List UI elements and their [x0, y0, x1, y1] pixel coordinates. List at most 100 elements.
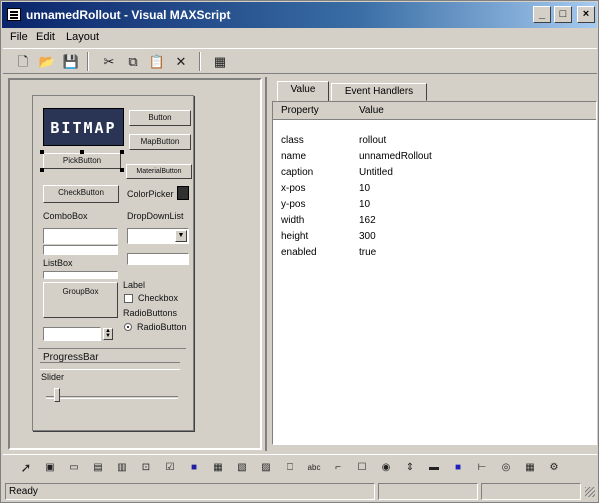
checkbutton-tool-icon[interactable]: ☑: [161, 459, 179, 477]
main-toolbar: 🗋 📂 💾 ✂ ⧉ 📋 ✕ ▦: [3, 48, 597, 74]
pickbutton-tool-icon[interactable]: ⊡: [137, 459, 155, 477]
property-pane: Value Event Handlers Property Value clas…: [265, 77, 598, 451]
status-size: [481, 483, 581, 500]
copy-icon[interactable]: ⧉: [123, 52, 143, 71]
bitmap-control[interactable]: BITMAP: [43, 108, 124, 146]
property-value: rollout: [359, 135, 387, 146]
materialbutton-control[interactable]: MaterialButton: [126, 164, 192, 179]
app-icon: [7, 8, 21, 21]
new-icon[interactable]: 🗋: [13, 52, 33, 71]
dropdownlist-label: DropDownList: [127, 211, 184, 221]
tab-event-handlers[interactable]: Event Handlers: [331, 83, 427, 101]
imgtag-tool-icon[interactable]: ▦: [521, 459, 539, 477]
save-icon[interactable]: 💾: [61, 52, 81, 71]
colorpicker-swatch[interactable]: [177, 186, 189, 200]
pointer-icon[interactable]: ➚: [17, 459, 35, 477]
cut-icon[interactable]: ✂: [99, 52, 119, 71]
property-row[interactable]: class rollout: [273, 134, 596, 150]
property-row[interactable]: width 162: [273, 214, 596, 230]
listbox-field[interactable]: [43, 271, 118, 279]
controls-toolbar: ➚ ▣ ▭ ▤ ▥ ⊡ ☑ ■ ▦ ▧ ▨ ⎕ abc ⌐ ☐ ◉ ⇕ ▬ ■ …: [3, 454, 597, 480]
combobox-list[interactable]: [43, 245, 118, 255]
window-title: unnamedRollout - Visual MAXScript: [26, 8, 231, 22]
property-row[interactable]: y-pos 10: [273, 198, 596, 214]
selection-handle[interactable]: [120, 150, 124, 154]
selection-handle[interactable]: [40, 168, 44, 172]
property-name: enabled: [281, 247, 317, 258]
selection-handle[interactable]: [80, 150, 84, 154]
materialbutton-tool-icon[interactable]: ▥: [113, 459, 131, 477]
edittext-tool-icon[interactable]: ⎕: [281, 459, 299, 477]
property-row[interactable]: name unnamedRollout: [273, 150, 596, 166]
property-name: class: [281, 135, 304, 146]
progressbar-control: [40, 362, 180, 370]
pickbutton-control[interactable]: PickButton: [43, 153, 121, 169]
chevron-down-icon[interactable]: ▼: [175, 230, 187, 242]
listbox-tool-icon[interactable]: ▨: [257, 459, 275, 477]
property-row[interactable]: caption Untitled: [273, 166, 596, 182]
delete-icon[interactable]: ✕: [171, 52, 191, 71]
property-row[interactable]: x-pos 10: [273, 182, 596, 198]
dropdownlist-tool-icon[interactable]: ▧: [233, 459, 251, 477]
tab-value[interactable]: Value: [277, 81, 329, 102]
property-name: caption: [281, 167, 314, 178]
property-value: 10: [359, 183, 371, 194]
mapbutton-control[interactable]: MapButton: [129, 134, 191, 150]
radiobutton-circle[interactable]: [124, 323, 132, 331]
resize-grip[interactable]: [585, 487, 595, 497]
bitmap-tool-icon[interactable]: ▣: [41, 459, 59, 477]
maximize-button[interactable]: □: [554, 6, 572, 23]
groupbox-control[interactable]: GroupBox: [43, 282, 118, 318]
radiobuttons-label: RadioButtons: [123, 308, 178, 318]
menu-layout[interactable]: Layout: [66, 31, 99, 43]
property-column-header[interactable]: Property: [281, 105, 319, 116]
toolbar-separator: [199, 52, 201, 71]
combobox-field[interactable]: [43, 228, 118, 244]
close-button[interactable]: ×: [577, 6, 595, 23]
combobox-tool-icon[interactable]: ▦: [209, 459, 227, 477]
main-window: unnamedRollout - Visual MAXScript _ □ × …: [0, 0, 599, 503]
spinner-tool-icon[interactable]: ⇕: [401, 459, 419, 477]
property-value: Untitled: [359, 167, 393, 178]
menu-file[interactable]: File: [10, 31, 28, 43]
value-column-header[interactable]: Value: [359, 105, 384, 116]
slider-track[interactable]: [46, 396, 178, 399]
progressbar-tool-icon[interactable]: ▬: [425, 459, 443, 477]
dropdown-secondary-field[interactable]: [127, 253, 189, 265]
mapbutton-tool-icon[interactable]: ▤: [89, 459, 107, 477]
slider-label: Slider: [41, 372, 65, 382]
property-row[interactable]: enabled true: [273, 246, 596, 262]
colorpicker-label: ColorPicker: [127, 189, 174, 199]
minimize-button[interactable]: _: [533, 6, 551, 23]
radiobutton-tool-icon[interactable]: ◉: [377, 459, 395, 477]
hyperlink-tool-icon[interactable]: ⚙: [545, 459, 563, 477]
property-row[interactable]: height 300: [273, 230, 596, 246]
menu-bar: File Edit Layout: [2, 29, 597, 46]
menu-edit[interactable]: Edit: [36, 31, 55, 43]
property-grid: Property Value class rollout name unname…: [272, 101, 597, 445]
groupbox-tool-icon[interactable]: ⌐: [329, 459, 347, 477]
spinner-arrows-icon[interactable]: ▲ ▼: [103, 328, 113, 340]
checkbox-label: Checkbox: [138, 293, 179, 303]
checkbutton-control[interactable]: CheckButton: [43, 185, 119, 203]
timer-tool-icon[interactable]: ■: [449, 459, 467, 477]
paste-icon[interactable]: 📋: [147, 52, 167, 71]
slider-thumb[interactable]: [54, 388, 60, 402]
property-name: y-pos: [281, 199, 306, 210]
label-control: Label: [123, 280, 146, 290]
activex-tool-icon[interactable]: ◎: [497, 459, 515, 477]
status-position: [378, 483, 478, 500]
listbox-label: ListBox: [43, 258, 73, 268]
selection-handle[interactable]: [120, 168, 124, 172]
spinner-field[interactable]: [43, 327, 101, 341]
grid-icon[interactable]: ▦: [210, 52, 230, 71]
button-tool-icon[interactable]: ▭: [65, 459, 83, 477]
slider-tool-icon[interactable]: ⊢: [473, 459, 491, 477]
selection-handle[interactable]: [40, 150, 44, 154]
open-icon[interactable]: 📂: [37, 52, 57, 71]
colorpicker-tool-icon[interactable]: ■: [185, 459, 203, 477]
checkbox-tool-icon[interactable]: ☐: [353, 459, 371, 477]
checkbox-box[interactable]: [124, 294, 133, 303]
button-control[interactable]: Button: [129, 110, 191, 126]
label-tool-icon[interactable]: abc: [305, 459, 323, 477]
